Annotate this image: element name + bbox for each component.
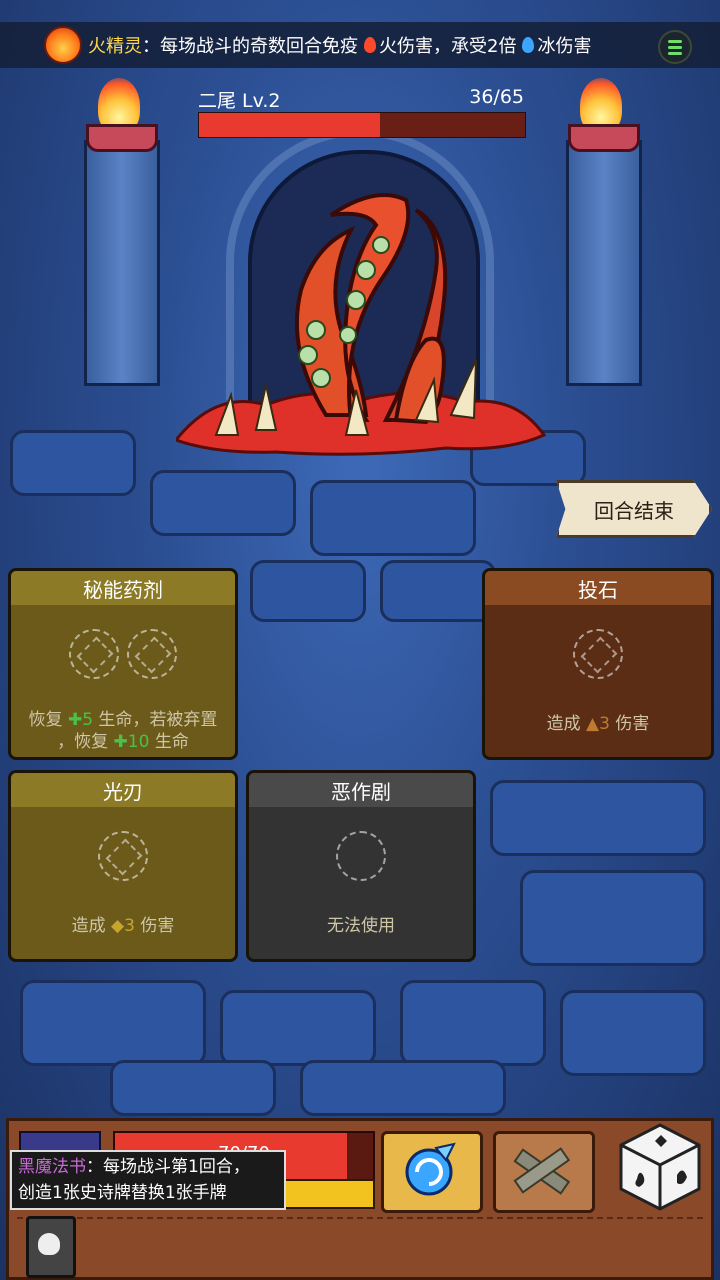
end-turn-button[interactable]: 回合结束 — [556, 480, 712, 538]
card-title: 光刃 — [11, 773, 235, 807]
dice-slot-icon[interactable] — [127, 629, 177, 679]
torch-icon — [562, 78, 640, 152]
heal-plus-icon: ✚ — [67, 710, 83, 730]
dice-slot-icon[interactable] — [98, 831, 148, 881]
tooltip-title: 黑魔法书 — [18, 1157, 86, 1177]
enemy-name: 二尾 Lv.2 — [198, 90, 281, 112]
enemy-hp-text: 36/65 — [469, 86, 524, 108]
menu-icon[interactable] — [658, 30, 692, 64]
floor-stone — [220, 990, 376, 1066]
floor-stone — [150, 470, 296, 536]
floor-stone — [10, 430, 136, 496]
card-title: 恶作剧 — [249, 773, 473, 807]
card-desc: 造成 ▲3 伤害 — [546, 714, 650, 734]
tooltip-line1: 每场战斗第1回合， — [103, 1157, 250, 1177]
floor-stone — [310, 480, 476, 556]
skill-slot[interactable] — [493, 1131, 595, 1213]
floor-stone — [520, 870, 706, 966]
stone-icon: ▲ — [586, 714, 600, 734]
fire-spirit-icon[interactable] — [44, 26, 82, 64]
stone-pillar — [84, 140, 160, 386]
relic-name: 火精灵 — [88, 36, 142, 57]
crossed-bandage-icon — [513, 1147, 571, 1195]
swirl-icon — [405, 1142, 456, 1196]
floor-stone — [300, 1060, 506, 1116]
dice-slot-icon[interactable] — [69, 629, 119, 679]
relic-tooltip: 黑魔法书：每场战斗第1回合， 创造1张史诗牌替换1张手牌 — [10, 1150, 286, 1210]
card-desc: 恢复 ✚5 生命，若被弃置 ，恢复 ✚10 生命 — [28, 710, 218, 752]
stone-pillar — [566, 140, 642, 386]
relic-text: 每场战斗的奇数回合免疫 — [160, 36, 358, 57]
dice-icon[interactable] — [617, 1121, 703, 1213]
enemy-hp-bar — [198, 112, 526, 138]
card-throw-stone[interactable]: 投石 造成 ▲3 伤害 — [482, 568, 714, 760]
dice-tray — [17, 1217, 703, 1275]
relic-effect-banner: 火精灵 ： 每场战斗的奇数回合免疫 火伤害，承受2倍 冰伤害 — [0, 22, 720, 68]
relic-colon: ： — [142, 36, 160, 57]
dice-slot-icon[interactable] — [573, 629, 623, 679]
floor-stone — [110, 1060, 276, 1116]
ice-drop-icon — [522, 37, 535, 53]
card-mischief[interactable]: 恶作剧 无法使用 — [246, 770, 476, 962]
card-light-blade[interactable]: 光刃 造成 ◆3 伤害 — [8, 770, 238, 962]
blade-icon: ◆ — [111, 916, 125, 936]
torch-icon — [80, 78, 158, 152]
ice-damage-text: 冰伤害 — [537, 36, 592, 57]
fire-drop-icon — [364, 37, 376, 53]
fire-damage-text: 火伤害，承受2倍 — [379, 36, 517, 57]
black-magic-book-icon[interactable] — [26, 1216, 76, 1278]
floor-stone — [560, 990, 706, 1076]
tooltip-line2: 创造1张史诗牌替换1张手牌 — [18, 1183, 227, 1203]
floor-stone — [250, 560, 366, 622]
card-body: 恢复 ✚5 生命，若被弃置 ，恢复 ✚10 生命 — [11, 605, 235, 757]
enemy-hp-fill — [199, 113, 380, 137]
card-arcane-potion[interactable]: 秘能药剂 恢复 ✚5 生命，若被弃置 ，恢复 ✚10 生命 — [8, 568, 238, 760]
floor-stone — [400, 980, 546, 1066]
card-body: 造成 ▲3 伤害 — [485, 605, 711, 757]
floor-stone — [490, 780, 706, 856]
floor-stone — [20, 980, 206, 1066]
card-desc: 无法使用 — [327, 916, 395, 936]
card-title: 秘能药剂 — [11, 571, 235, 605]
card-body: 造成 ◆3 伤害 — [11, 807, 235, 959]
skill-slot[interactable] — [381, 1131, 483, 1213]
card-title: 投石 — [485, 571, 711, 605]
card-body: 无法使用 — [249, 807, 473, 959]
card-desc: 造成 ◆3 伤害 — [71, 916, 175, 936]
heal-plus-icon: ✚ — [113, 732, 128, 752]
dice-slot-icon[interactable] — [336, 831, 386, 881]
enemy-sprite[interactable] — [176, 190, 546, 460]
floor-stone — [380, 560, 496, 622]
